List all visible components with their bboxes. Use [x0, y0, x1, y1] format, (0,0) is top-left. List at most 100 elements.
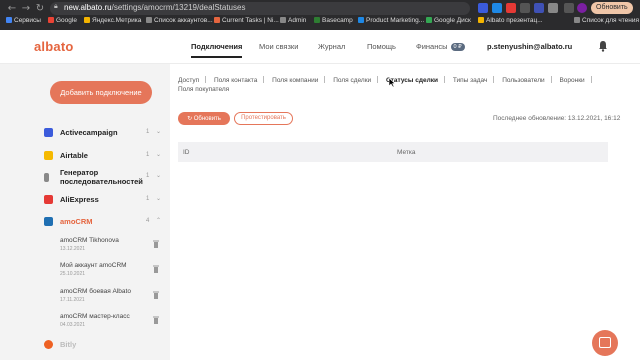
service-count: 1 — [146, 152, 150, 158]
account-item[interactable]: amoCRM боевая Albato 17.11.2021 — [60, 288, 165, 303]
settings-tabs: Доступ Поля контакта Поля компании Поля … — [178, 76, 598, 84]
bookmark[interactable]: Product Marketing... — [358, 17, 424, 24]
bookmark[interactable]: Albato презентац... — [478, 17, 543, 24]
tab-users[interactable]: Пользователи — [502, 77, 544, 84]
tab-company-fields[interactable]: Поля компании — [272, 77, 318, 84]
user-email[interactable]: p.stenyushin@albato.ru — [487, 42, 572, 51]
bell-icon[interactable] — [598, 40, 608, 52]
extension-icon[interactable] — [478, 3, 488, 13]
refresh-label: Обновить — [193, 116, 221, 122]
extension-icon[interactable] — [520, 3, 530, 13]
app-header: albato Подключения Мои связки Журнал Пом… — [0, 30, 640, 64]
update-browser-button[interactable]: Обновить — [591, 2, 633, 14]
chevron-down-icon: ⌄ — [156, 128, 162, 135]
tab-divider — [263, 76, 265, 83]
support-chat-button[interactable] — [592, 330, 618, 356]
trash-icon[interactable] — [153, 265, 159, 273]
service-name: amoCRM — [60, 217, 93, 226]
amocrm-icon — [44, 217, 53, 226]
browser-chrome: ← → ↻ 🔒︎ new.albato.ru/settings/amocrm/1… — [0, 0, 640, 30]
puzzle-icon[interactable] — [548, 3, 558, 13]
nav-journal[interactable]: Журнал — [318, 42, 345, 51]
refresh-button[interactable]: ↻ Обновить — [178, 112, 230, 125]
service-count: 1 — [146, 129, 150, 135]
chevron-down-icon: ⌄ — [156, 151, 162, 158]
bookmark[interactable]: Яндекс.Метрика — [84, 17, 141, 24]
nav-finance-label: Финансы — [416, 42, 448, 51]
extension-icon[interactable] — [492, 3, 502, 13]
nav-help[interactable]: Помощь — [367, 42, 396, 51]
tab-divider — [205, 76, 207, 83]
mouse-cursor-icon — [389, 78, 396, 87]
chevron-down-icon: ⌄ — [156, 195, 162, 202]
statuses-table-header: ID Метка — [178, 142, 608, 162]
account-date: 17.11.2021 — [60, 297, 85, 303]
account-item[interactable]: amoCRM Tikhonova 13.12.2021 — [60, 237, 165, 252]
generator-icon — [44, 173, 49, 182]
column-header-id: ID — [183, 149, 190, 156]
bookmarks-bar: Сервисы Google Яндекс.Метрика Список акк… — [0, 16, 640, 29]
bookmark[interactable]: Google — [48, 17, 77, 24]
settings-tabs-row2: Поля покупателя — [178, 86, 229, 93]
service-name: Генератор последовательностей — [60, 168, 143, 186]
tab-deal-fields[interactable]: Поля сделки — [333, 77, 371, 84]
trash-icon[interactable] — [153, 291, 159, 299]
sidebar-item-sequence-generator[interactable]: Генератор последовательностей 1 ⌄ — [44, 168, 164, 188]
tab-divider — [377, 76, 379, 83]
bookmark[interactable]: Сервисы — [6, 17, 41, 24]
nav-finance[interactable]: Финансы 0 ₽ — [416, 42, 465, 51]
chevron-down-icon: ⌄ — [156, 172, 162, 179]
aliexpress-icon — [44, 195, 53, 204]
test-button[interactable]: Протестировать — [234, 112, 293, 125]
airtable-icon — [44, 151, 53, 160]
tab-divider — [550, 76, 552, 83]
albato-logo[interactable]: albato — [34, 39, 73, 54]
account-name: amoCRM боевая Albato — [60, 288, 131, 295]
star-icon[interactable] — [564, 3, 574, 13]
extension-icon[interactable] — [534, 3, 544, 13]
service-name: AliExpress — [60, 195, 99, 204]
column-header-label: Метка — [397, 149, 416, 156]
tab-divider — [493, 76, 495, 83]
nav-my-links[interactable]: Мои связки — [259, 42, 298, 51]
sidebar: Добавить подключение Activecampaign 1 ⌄ … — [0, 64, 170, 360]
profile-avatar[interactable] — [577, 3, 587, 13]
bookmark[interactable]: Admin — [280, 17, 306, 24]
service-count: 1 — [146, 196, 150, 202]
reload-icon[interactable]: ↻ — [34, 3, 46, 15]
add-connection-button[interactable]: Добавить подключение — [50, 81, 152, 104]
tab-access[interactable]: Доступ — [178, 77, 199, 84]
account-item[interactable]: Мой аккаунт amoCRM 25.10.2021 — [60, 262, 165, 277]
tab-pipelines[interactable]: Воронки — [559, 77, 584, 84]
last-update-text: Последнее обновление: 13.12.2021, 16:12 — [493, 115, 621, 122]
extension-icon[interactable] — [506, 3, 516, 13]
reading-list[interactable]: Список для чтения — [574, 17, 639, 24]
account-name: Мой аккаунт amoCRM — [60, 262, 127, 269]
nav-connections[interactable]: Подключения — [191, 42, 243, 58]
tab-contact-fields[interactable]: Поля контакта — [214, 77, 257, 84]
bookmark[interactable]: Список аккаунтов... — [146, 17, 213, 24]
refresh-icon: ↻ — [187, 115, 193, 122]
account-item[interactable]: amoCRM мастер-класс 04.03.2021 — [60, 313, 165, 328]
account-date: 25.10.2021 — [60, 271, 86, 277]
trash-icon[interactable] — [153, 240, 159, 248]
back-icon[interactable]: ← — [6, 3, 18, 15]
tab-buyer-fields[interactable]: Поля покупателя — [178, 86, 229, 93]
bookmark[interactable]: Basecamp — [314, 17, 353, 24]
tab-task-types[interactable]: Типы задач — [453, 77, 488, 84]
bookmark[interactable]: Current Tasks | Ni... — [214, 17, 279, 24]
account-date: 04.03.2021 — [60, 322, 86, 328]
service-name: Bitly — [60, 340, 77, 349]
account-name: amoCRM Tikhonova — [60, 237, 119, 244]
address-bar[interactable]: 🔒︎ new.albato.ru/settings/amocrm/13219/d… — [50, 2, 470, 15]
chat-icon — [599, 337, 611, 348]
service-name: Activecampaign — [60, 128, 118, 137]
account-date: 13.12.2021 — [60, 246, 86, 252]
tab-divider — [444, 76, 445, 83]
tab-divider — [324, 76, 326, 83]
tab-divider — [590, 76, 592, 83]
trash-icon[interactable] — [153, 316, 159, 324]
bookmark[interactable]: Google Диск — [426, 17, 471, 24]
account-name: amoCRM мастер-класс — [60, 313, 130, 320]
forward-icon[interactable]: → — [20, 3, 32, 15]
